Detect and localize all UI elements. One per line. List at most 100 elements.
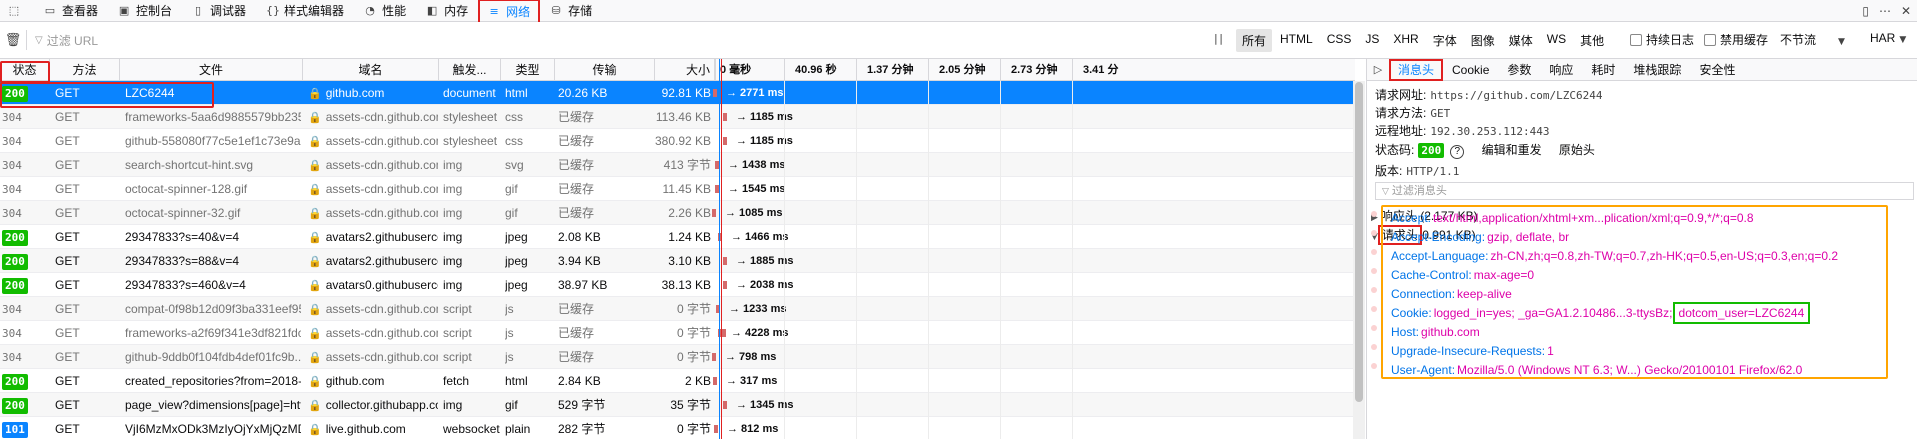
table-row[interactable]: 304 GET github-9ddb0f104fdb4def01fc9b... 🔒 a… (0, 345, 1355, 369)
status-cell: 304 (2, 153, 48, 177)
table-row[interactable]: 200 GET 29347833?s=460&v=4 🔒 avatars0.github… (0, 273, 1355, 297)
edit-resend-button[interactable]: 编辑和重发 (1482, 143, 1542, 157)
col-size-header[interactable]: 大小 (655, 59, 715, 81)
status-cell: 304 (2, 129, 48, 153)
request-header-row[interactable]: Connection: keep-alive (1391, 285, 1512, 303)
type-filter-other[interactable]: 其他 (1574, 29, 1610, 52)
table-row[interactable]: 200 GET 29347833?s=40&v=4 🔒 avatars2.githubu… (0, 225, 1355, 249)
table-row[interactable]: 200 GET created_repositories?from=2018-10.… (0, 369, 1355, 393)
table-row[interactable]: 304 GET github-558080f77c5e1ef1c73e9aac...… (0, 129, 1355, 153)
table-row[interactable]: 101 GET VjI6MzMxODk3MzIyOjYxMjQzMDFj... 🔒li… (0, 417, 1355, 439)
close-icon[interactable]: ✕ (1901, 4, 1911, 18)
tab-debugger[interactable]: ▯ 调试器 (182, 0, 256, 22)
table-row[interactable]: 304 GET octocat-spinner-32.gif 🔒 assets-cdn.… (0, 201, 1355, 225)
waterfall-bar (723, 257, 727, 265)
style-editor-icon: {} (266, 4, 281, 17)
table-header: 状态 方法 文件 域名 触发... 类型 传输 大小 0 毫秒 40.96 秒 … (0, 59, 1355, 81)
type-filter-js[interactable]: JS (1359, 29, 1385, 52)
table-row[interactable]: 304 GET frameworks-a2f69f341e3df821fdcb...… (0, 321, 1355, 345)
type-filter-all[interactable]: 所有 (1236, 29, 1273, 52)
type-filter-images[interactable]: 图像 (1465, 29, 1501, 52)
col-cause-header[interactable]: 触发... (439, 59, 501, 81)
tab-security[interactable]: 安全性 (1690, 59, 1744, 81)
col-transferred-header[interactable]: 传输 (555, 59, 655, 81)
request-header-row[interactable]: Accept: text/html,application/xhtml+xm...… (1391, 209, 1754, 227)
dock-icon[interactable]: ▯ (1862, 4, 1869, 18)
type-filter-media[interactable]: 媒体 (1503, 29, 1539, 52)
clear-requests-icon[interactable]: 🗑 (0, 33, 26, 48)
checkbox-box[interactable] (1704, 33, 1717, 46)
domain-text: assets-cdn.github.com (325, 206, 438, 220)
tab-memory[interactable]: ◧ 内存 (416, 0, 478, 22)
request-header-row[interactable]: Accept-Encoding: gzip, deflate, br (1391, 228, 1569, 246)
tab-inspector[interactable]: ▭ 查看器 (34, 0, 108, 22)
domain-cell: 🔒 github.com (308, 369, 438, 393)
help-icon[interactable]: ? (1450, 145, 1465, 159)
status-cell: 200 (2, 225, 48, 249)
cause-cell: stylesheet (443, 110, 498, 124)
toggle-sidebar-icon[interactable]: ▷ (1367, 63, 1389, 76)
table-row[interactable]: 200 GET page_view?dimensions[page]=https..… (0, 393, 1355, 417)
cause-cell: img (443, 158, 463, 172)
tab-params[interactable]: 参数 (1498, 59, 1540, 81)
transferred-cell: 已缓存 (558, 206, 595, 220)
col-file-header[interactable]: 文件 (120, 59, 303, 81)
tab-stack-trace[interactable]: 堆栈跟踪 (1624, 59, 1690, 81)
checkbox-box[interactable] (1630, 33, 1642, 46)
col-domain-header[interactable]: 域名 (303, 59, 439, 81)
filter-checkboxes: 持续日志 禁用缓存 (1630, 31, 1768, 48)
type-cell: gif (505, 398, 518, 412)
waterfall-bar (714, 425, 718, 433)
header-value: 1 (1547, 344, 1554, 358)
tab-headers[interactable]: 消息头 (1389, 58, 1444, 81)
tab-cookies[interactable]: Cookie (1443, 59, 1498, 81)
waterfall-bar (712, 209, 716, 217)
type-filter-fonts[interactable]: 字体 (1427, 29, 1463, 52)
toolbar-right-controls: ▯ ⋯ ✕ (1862, 0, 1911, 22)
cause-cell: fetch (443, 374, 470, 388)
request-header-row[interactable]: Upgrade-Insecure-Requests: 1 (1391, 342, 1554, 360)
col-status-header[interactable]: 状态 (0, 59, 50, 81)
waterfall-time-label: → 1085 ms (725, 207, 783, 219)
raw-headers-button[interactable]: 原始头 (1559, 143, 1595, 157)
request-header-row[interactable]: Accept-Language: zh-CN,zh;q=0.8,zh-TW;q=0… (1391, 247, 1838, 265)
persist-logs-checkbox[interactable]: 持续日志 (1630, 31, 1694, 48)
more-options-icon[interactable]: ⋯ (1879, 4, 1891, 18)
tab-style-editor[interactable]: {} 样式编辑器 (256, 0, 354, 22)
type-filter-html[interactable]: HTML (1274, 29, 1319, 52)
request-header-row[interactable]: Host: github.com (1391, 323, 1480, 341)
tab-timings[interactable]: 耗时 (1582, 59, 1624, 81)
type-filter-xhr[interactable]: XHR (1387, 29, 1424, 52)
tab-network[interactable]: ≡ 网络 (478, 0, 541, 25)
request-header-row[interactable]: User-Agent: Mozilla/5.0 (Windows NT 6.3; … (1391, 361, 1802, 379)
type-filter-ws[interactable]: WS (1541, 29, 1572, 52)
method-cell: GET (55, 326, 80, 340)
tab-response[interactable]: 响应 (1540, 59, 1582, 81)
status-badge: 304 (2, 159, 22, 172)
picker-button[interactable]: ⬚ (0, 0, 34, 22)
col-type-header[interactable]: 类型 (501, 59, 555, 81)
table-row[interactable]: 304 GET frameworks-5aa6d9885579bb2359f... 🔒… (0, 105, 1355, 129)
headers-filter-input[interactable]: ▽ 过滤消息头 (1375, 182, 1914, 200)
table-row[interactable]: 304 GET compat-0f98b12d09f3ba331eef956... 🔒… (0, 297, 1355, 321)
request-header-row[interactable]: Cookie: logged_in=yes; _ga=GA1.2.10486...… (1391, 302, 1811, 324)
table-row[interactable]: 200 GET LZC6244 🔒 github.com document html 20.2… (0, 81, 1355, 105)
header-name: Cache-Control: (1391, 268, 1472, 282)
tab-storage[interactable]: ⛁ 存储 (540, 0, 602, 22)
table-scrollbar-thumb[interactable] (1355, 82, 1363, 402)
tab-console[interactable]: ▣ 控制台 (108, 0, 182, 22)
throttle-select[interactable]: 不节流 ▼ (1780, 31, 1845, 48)
request-header-row[interactable]: Cache-Control: max-age=0 (1391, 266, 1534, 284)
tab-performance[interactable]: ◔ 性能 (354, 0, 416, 22)
status-cell: 200 (2, 249, 48, 273)
table-row[interactable]: 304 GET octocat-spinner-128.gif 🔒 assets-cdn… (0, 177, 1355, 201)
type-filter-css[interactable]: CSS (1321, 29, 1358, 52)
har-menu[interactable]: HAR ▼ (1870, 31, 1906, 45)
table-row[interactable]: 200 GET 29347833?s=88&v=4 🔒 avatars2.githubu… (0, 249, 1355, 273)
type-cell: js (505, 302, 514, 316)
table-row[interactable]: 304 GET search-shortcut-hint.svg 🔒 assets-cd… (0, 153, 1355, 177)
col-method-header[interactable]: 方法 (50, 59, 120, 81)
url-filter-input[interactable]: ▽ 过滤 URL (35, 32, 375, 49)
pause-icon[interactable]: | | (1214, 32, 1223, 45)
disable-cache-checkbox[interactable]: 禁用缓存 (1704, 31, 1768, 48)
